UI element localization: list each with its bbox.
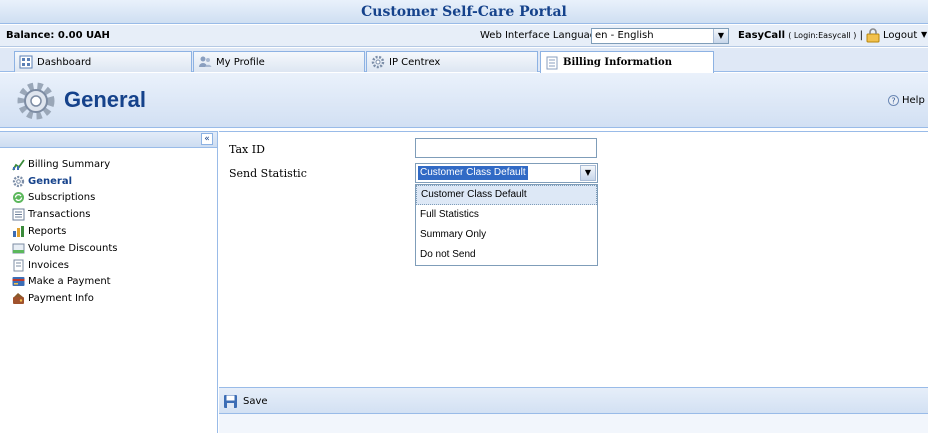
sidebar-item-volume-discounts[interactable]: Volume Discounts bbox=[12, 240, 117, 257]
sidebar-item-label: Transactions bbox=[28, 209, 91, 221]
sidebar-item-label: Subscriptions bbox=[28, 192, 96, 204]
chart-icon bbox=[12, 159, 25, 171]
help-link[interactable]: ? Help bbox=[888, 95, 925, 106]
dropdown-option[interactable]: Summary Only bbox=[416, 225, 597, 245]
sidebar-nav: Billing Summary General Subscriptions Tr… bbox=[12, 156, 117, 307]
sidebar-item-payment-info[interactable]: Payment Info bbox=[12, 290, 117, 307]
sidebar-item-label: Invoices bbox=[28, 259, 69, 271]
sidebar-item-transactions[interactable]: Transactions bbox=[12, 206, 117, 223]
tab-label: Dashboard bbox=[37, 56, 92, 68]
dropdown-option[interactable]: Full Statistics bbox=[416, 205, 597, 225]
account-separator: | bbox=[859, 30, 863, 41]
page-title: General bbox=[64, 87, 146, 112]
sidebar-item-billing-summary[interactable]: Billing Summary bbox=[12, 156, 117, 173]
tax-id-input[interactable] bbox=[415, 138, 597, 158]
chevron-down-icon[interactable]: ▼ bbox=[713, 29, 728, 43]
send-statistic-select[interactable]: Customer Class Default ▼ bbox=[415, 163, 598, 183]
sidebar-item-invoices[interactable]: Invoices bbox=[12, 257, 117, 274]
account-login: ( Login:Easycall ) bbox=[788, 31, 857, 40]
save-label: Save bbox=[243, 396, 268, 407]
balance-label: Balance: 0.00 UAH bbox=[6, 30, 110, 41]
dashboard-icon bbox=[19, 55, 33, 69]
form-footer: Save bbox=[219, 387, 928, 414]
sidebar-item-general[interactable]: General bbox=[12, 173, 117, 190]
sidebar-item-make-a-payment[interactable]: Make a Payment bbox=[12, 274, 117, 291]
gear-icon bbox=[12, 175, 25, 187]
svg-text:?: ? bbox=[891, 97, 895, 106]
tax-id-label: Tax ID bbox=[229, 143, 265, 156]
lock-icon bbox=[866, 28, 880, 43]
sidebar-item-label: Reports bbox=[28, 226, 67, 238]
users-icon bbox=[199, 56, 212, 67]
document-icon bbox=[546, 56, 558, 69]
sidebar-item-subscriptions[interactable]: Subscriptions bbox=[12, 190, 117, 207]
page-header: General ? Help bbox=[0, 73, 928, 128]
dropdown-option[interactable]: Do not Send bbox=[416, 245, 597, 265]
chevron-down-icon[interactable]: ▼ bbox=[921, 30, 927, 39]
floppy-disk-icon bbox=[224, 395, 237, 408]
gear-icon bbox=[371, 55, 385, 69]
credit-card-icon bbox=[12, 277, 25, 287]
tab-label: IP Centrex bbox=[389, 56, 441, 68]
discount-icon bbox=[12, 243, 25, 254]
language-label: Web Interface Language: bbox=[480, 30, 606, 41]
info-bar: Balance: 0.00 UAH Web Interface Language… bbox=[0, 25, 928, 47]
account-info: EasyCall ( Login:Easycall ) | bbox=[738, 30, 863, 41]
help-icon: ? bbox=[888, 95, 899, 106]
tab-label: My Profile bbox=[216, 56, 265, 68]
sidebar: « Billing Summary General Subscriptions … bbox=[0, 131, 218, 433]
account-name: EasyCall bbox=[738, 30, 785, 41]
bar-chart-icon bbox=[13, 226, 24, 238]
language-select[interactable]: en - English ▼ bbox=[591, 28, 729, 44]
status-strip bbox=[219, 414, 928, 433]
sidebar-item-label: General bbox=[28, 175, 72, 187]
wallet-icon bbox=[13, 293, 24, 305]
send-statistic-dropdown: Customer Class Default Full Statistics S… bbox=[415, 184, 598, 266]
tab-dashboard[interactable]: Dashboard bbox=[14, 51, 192, 72]
app-title: Customer Self-Care Portal bbox=[0, 0, 928, 24]
form-panel: Tax ID Send Statistic Customer Class Def… bbox=[219, 131, 928, 387]
invoice-icon bbox=[13, 259, 24, 272]
send-statistic-label: Send Statistic bbox=[229, 167, 307, 180]
dropdown-option[interactable]: Customer Class Default bbox=[416, 185, 597, 205]
chevron-down-icon[interactable]: ▼ bbox=[580, 165, 596, 181]
sidebar-item-label: Billing Summary bbox=[28, 158, 111, 170]
logout-link[interactable]: Logout bbox=[883, 30, 917, 41]
tab-bar: Dashboard My Profile IP Centrex Billing … bbox=[0, 48, 928, 73]
tab-label: Billing Information bbox=[563, 57, 672, 68]
tab-ip-centrex[interactable]: IP Centrex bbox=[366, 51, 538, 72]
sidebar-item-reports[interactable]: Reports bbox=[12, 223, 117, 240]
sidebar-item-label: Volume Discounts bbox=[28, 242, 118, 254]
sidebar-item-label: Payment Info bbox=[28, 293, 94, 305]
save-button[interactable]: Save bbox=[223, 394, 268, 409]
list-icon bbox=[12, 208, 25, 221]
tab-my-profile[interactable]: My Profile bbox=[193, 51, 365, 72]
send-statistic-value: Customer Class Default bbox=[418, 166, 528, 180]
help-label: Help bbox=[902, 95, 925, 106]
portal-window: Customer Self-Care Portal Balance: 0.00 … bbox=[0, 0, 928, 433]
gear-icon bbox=[17, 82, 55, 120]
language-value: en - English bbox=[595, 30, 654, 41]
sidebar-item-label: Make a Payment bbox=[28, 276, 111, 288]
refresh-icon bbox=[13, 192, 24, 204]
collapse-button[interactable]: « bbox=[201, 133, 213, 145]
sidebar-header: « bbox=[0, 132, 217, 148]
tab-billing-information[interactable]: Billing Information bbox=[540, 51, 714, 73]
